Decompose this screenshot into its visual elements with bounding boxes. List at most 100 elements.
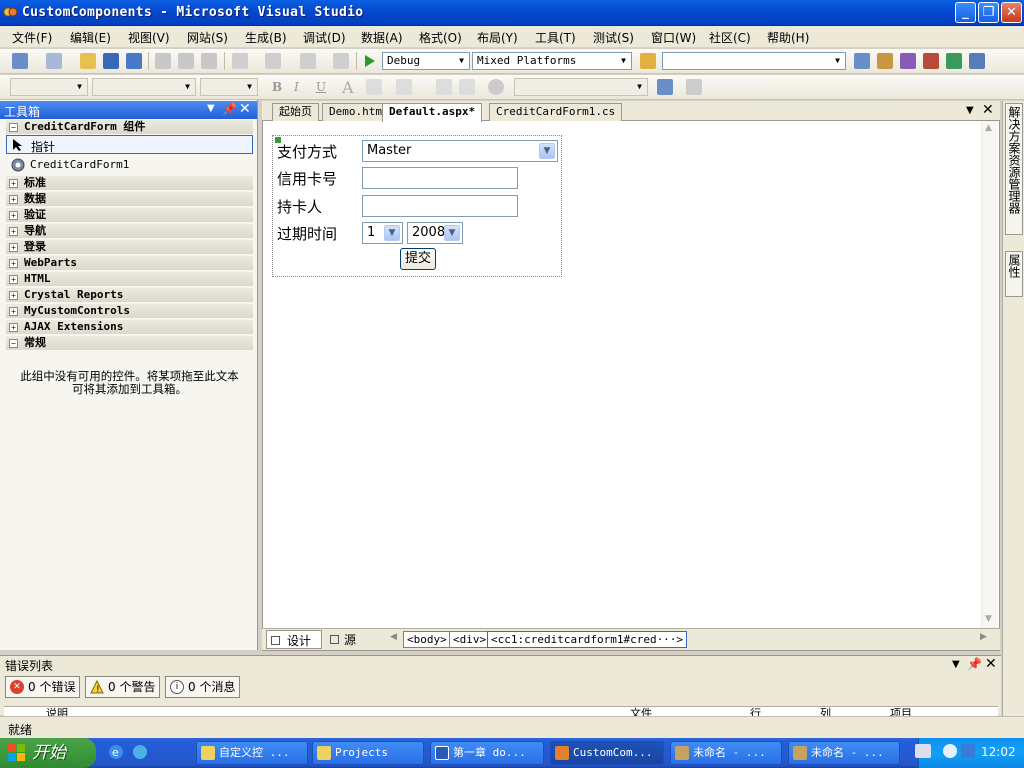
save-icon[interactable] bbox=[103, 53, 119, 69]
cut-icon[interactable] bbox=[155, 53, 171, 69]
tab-creditcardform1-cs[interactable]: CreditCardForm1.cs bbox=[489, 103, 623, 121]
error-list-dropdown-icon[interactable]: ▼ bbox=[952, 659, 960, 670]
platform-combo[interactable]: Mixed Platforms ▼ bbox=[472, 52, 632, 70]
add-item-icon[interactable] bbox=[46, 53, 62, 69]
start-page-icon[interactable] bbox=[946, 53, 962, 69]
font-name-combo[interactable]: ▼ bbox=[92, 78, 196, 96]
menu-debug[interactable]: 调试(D) bbox=[303, 29, 346, 46]
font-color-icon[interactable]: A bbox=[342, 78, 354, 97]
crumb-left-icon[interactable]: ◀ bbox=[390, 632, 397, 642]
properties-tab[interactable]: 属性 bbox=[1005, 251, 1023, 297]
highlight-icon[interactable] bbox=[366, 79, 382, 95]
expiry-month-select[interactable]: 1 ▼ bbox=[362, 222, 403, 244]
task-projects[interactable]: Projects bbox=[312, 741, 424, 765]
card-holder-input[interactable] bbox=[362, 195, 518, 217]
submit-button[interactable]: 提交 bbox=[400, 248, 436, 270]
toolbox-group-login[interactable]: + 登录 bbox=[6, 240, 253, 254]
italic-icon[interactable]: I bbox=[294, 80, 299, 94]
messages-filter-button[interactable]: i0 个消息 bbox=[165, 676, 241, 698]
redo-icon[interactable] bbox=[265, 53, 281, 69]
menu-tools[interactable]: 工具(T) bbox=[535, 29, 576, 46]
close-document-icon[interactable]: ✕ bbox=[982, 102, 994, 118]
scroll-up-icon[interactable]: ▲ bbox=[985, 123, 992, 133]
keyboard-icon[interactable] bbox=[915, 744, 931, 758]
title-bar[interactable]: CustomComponents - Microsoft Visual Stud… bbox=[0, 0, 1024, 26]
toolbox-dropdown-icon[interactable]: ▼ bbox=[207, 103, 215, 114]
menu-test[interactable]: 测试(S) bbox=[593, 29, 634, 46]
toolbox-group-navigation[interactable]: + 导航 bbox=[6, 224, 253, 238]
copy-icon[interactable] bbox=[178, 53, 194, 69]
card-number-input[interactable] bbox=[362, 167, 518, 189]
restore-button[interactable]: ❐ bbox=[978, 2, 999, 23]
vertical-scrollbar[interactable]: ▲ ▼ bbox=[981, 121, 998, 631]
solution-explorer-icon[interactable] bbox=[854, 53, 870, 69]
close-button[interactable]: ✕ bbox=[1001, 2, 1022, 23]
scroll-down-icon[interactable]: ▼ bbox=[985, 614, 992, 624]
menu-data[interactable]: 数据(A) bbox=[361, 29, 403, 46]
toolbox-group-creditcardform[interactable]: − CreditCardForm 组件 bbox=[6, 120, 253, 134]
toolbox-item-pointer[interactable]: 指针 bbox=[6, 135, 253, 154]
tab-demo-htm[interactable]: Demo.htm bbox=[322, 103, 389, 121]
underline-icon[interactable]: U bbox=[316, 80, 326, 94]
network-icon[interactable] bbox=[961, 744, 975, 758]
menu-community[interactable]: 社区(C) bbox=[709, 29, 751, 46]
source-view-tab[interactable]: 源 bbox=[326, 630, 366, 649]
menu-layout[interactable]: 布局(Y) bbox=[477, 29, 518, 46]
task-paint-1[interactable]: 未命名 - ... bbox=[670, 741, 782, 765]
minimize-button[interactable]: _ bbox=[955, 2, 976, 23]
hyperlink-icon[interactable] bbox=[488, 79, 504, 95]
menu-build[interactable]: 生成(B) bbox=[245, 29, 287, 46]
toolbox-group-ajax-extensions[interactable]: + AJAX Extensions bbox=[6, 320, 253, 334]
crumb-div[interactable]: <div> bbox=[449, 631, 491, 648]
bullet-list-icon[interactable] bbox=[459, 79, 475, 95]
new-project-icon[interactable] bbox=[12, 53, 28, 69]
toolbox-group-webparts[interactable]: + WebParts bbox=[6, 256, 253, 270]
menu-format[interactable]: 格式(O) bbox=[419, 29, 462, 46]
menu-view[interactable]: 视图(V) bbox=[128, 29, 170, 46]
start-debug-icon[interactable] bbox=[364, 54, 376, 68]
crumb-creditcardform[interactable]: <cc1:creditcardform1#cred···> bbox=[487, 631, 688, 648]
find-combo[interactable]: ▼ bbox=[662, 52, 846, 70]
task-paint-2[interactable]: 未命名 - ... bbox=[788, 741, 900, 765]
crumb-right-icon[interactable]: ▶ bbox=[980, 632, 987, 642]
toolbox-group-html[interactable]: + HTML bbox=[6, 272, 253, 286]
navigate-forward-icon[interactable] bbox=[333, 53, 349, 69]
align-icon[interactable] bbox=[396, 79, 412, 95]
toolbox-item-creditcardform1[interactable]: CreditCardForm1 bbox=[6, 157, 253, 175]
toolbox-group-mycustomcontrols[interactable]: + MyCustomControls bbox=[6, 304, 253, 318]
config-combo[interactable]: Debug ▼ bbox=[382, 52, 470, 70]
menu-window[interactable]: 窗口(W) bbox=[651, 29, 696, 46]
toolbox-pin-icon[interactable]: 📌 bbox=[222, 102, 237, 116]
menu-website[interactable]: 网站(S) bbox=[187, 29, 228, 46]
toolbox-group-data[interactable]: + 数据 bbox=[6, 192, 253, 206]
tab-default-aspx[interactable]: Default.aspx* bbox=[382, 103, 483, 122]
ie-quicklaunch-icon[interactable]: e bbox=[108, 744, 124, 760]
menu-help[interactable]: 帮助(H) bbox=[767, 29, 809, 46]
toolbox-group-validation[interactable]: + 验证 bbox=[6, 208, 253, 222]
navigate-back-icon[interactable] bbox=[300, 53, 316, 69]
toolbox-close-icon[interactable]: ✕ bbox=[239, 101, 251, 117]
error-list-close-icon[interactable]: ✕ bbox=[985, 656, 997, 672]
solution-explorer-tab[interactable]: 解决方案资源管理器 bbox=[1005, 103, 1023, 235]
open-icon[interactable] bbox=[80, 53, 96, 69]
toolbox-group-general[interactable]: − 常规 bbox=[6, 336, 253, 350]
crumb-body[interactable]: <body> bbox=[403, 631, 451, 648]
menu-edit[interactable]: 编辑(E) bbox=[70, 29, 111, 46]
block-format-combo[interactable]: ▼ bbox=[10, 78, 88, 96]
undo-icon[interactable] bbox=[232, 53, 248, 69]
errors-filter-button[interactable]: ✕ 0 个错误 bbox=[5, 676, 81, 698]
bold-icon[interactable]: B bbox=[272, 80, 282, 94]
warnings-filter-button[interactable]: ! 0 个警告 bbox=[85, 676, 161, 698]
toolbox-icon[interactable] bbox=[923, 53, 939, 69]
style-builder-icon[interactable] bbox=[686, 79, 702, 95]
tab-start-page[interactable]: 起始页 bbox=[272, 103, 319, 121]
find-icon[interactable] bbox=[640, 53, 656, 69]
task-word-doc[interactable]: 第一章 do... bbox=[430, 741, 544, 765]
font-size-combo[interactable]: ▼ bbox=[200, 78, 258, 96]
credit-card-form-control[interactable]: 支付方式 Master ▼ 信用卡号 持卡人 过期时间 1 ▼ 2008 ▼ 提交 bbox=[272, 135, 562, 277]
properties-icon[interactable] bbox=[877, 53, 893, 69]
object-browser-icon[interactable] bbox=[900, 53, 916, 69]
menu-file[interactable]: 文件(F) bbox=[12, 29, 52, 46]
task-customcomponents[interactable]: CustomCom... bbox=[550, 741, 664, 765]
style-combo[interactable]: ▼ bbox=[514, 78, 648, 96]
